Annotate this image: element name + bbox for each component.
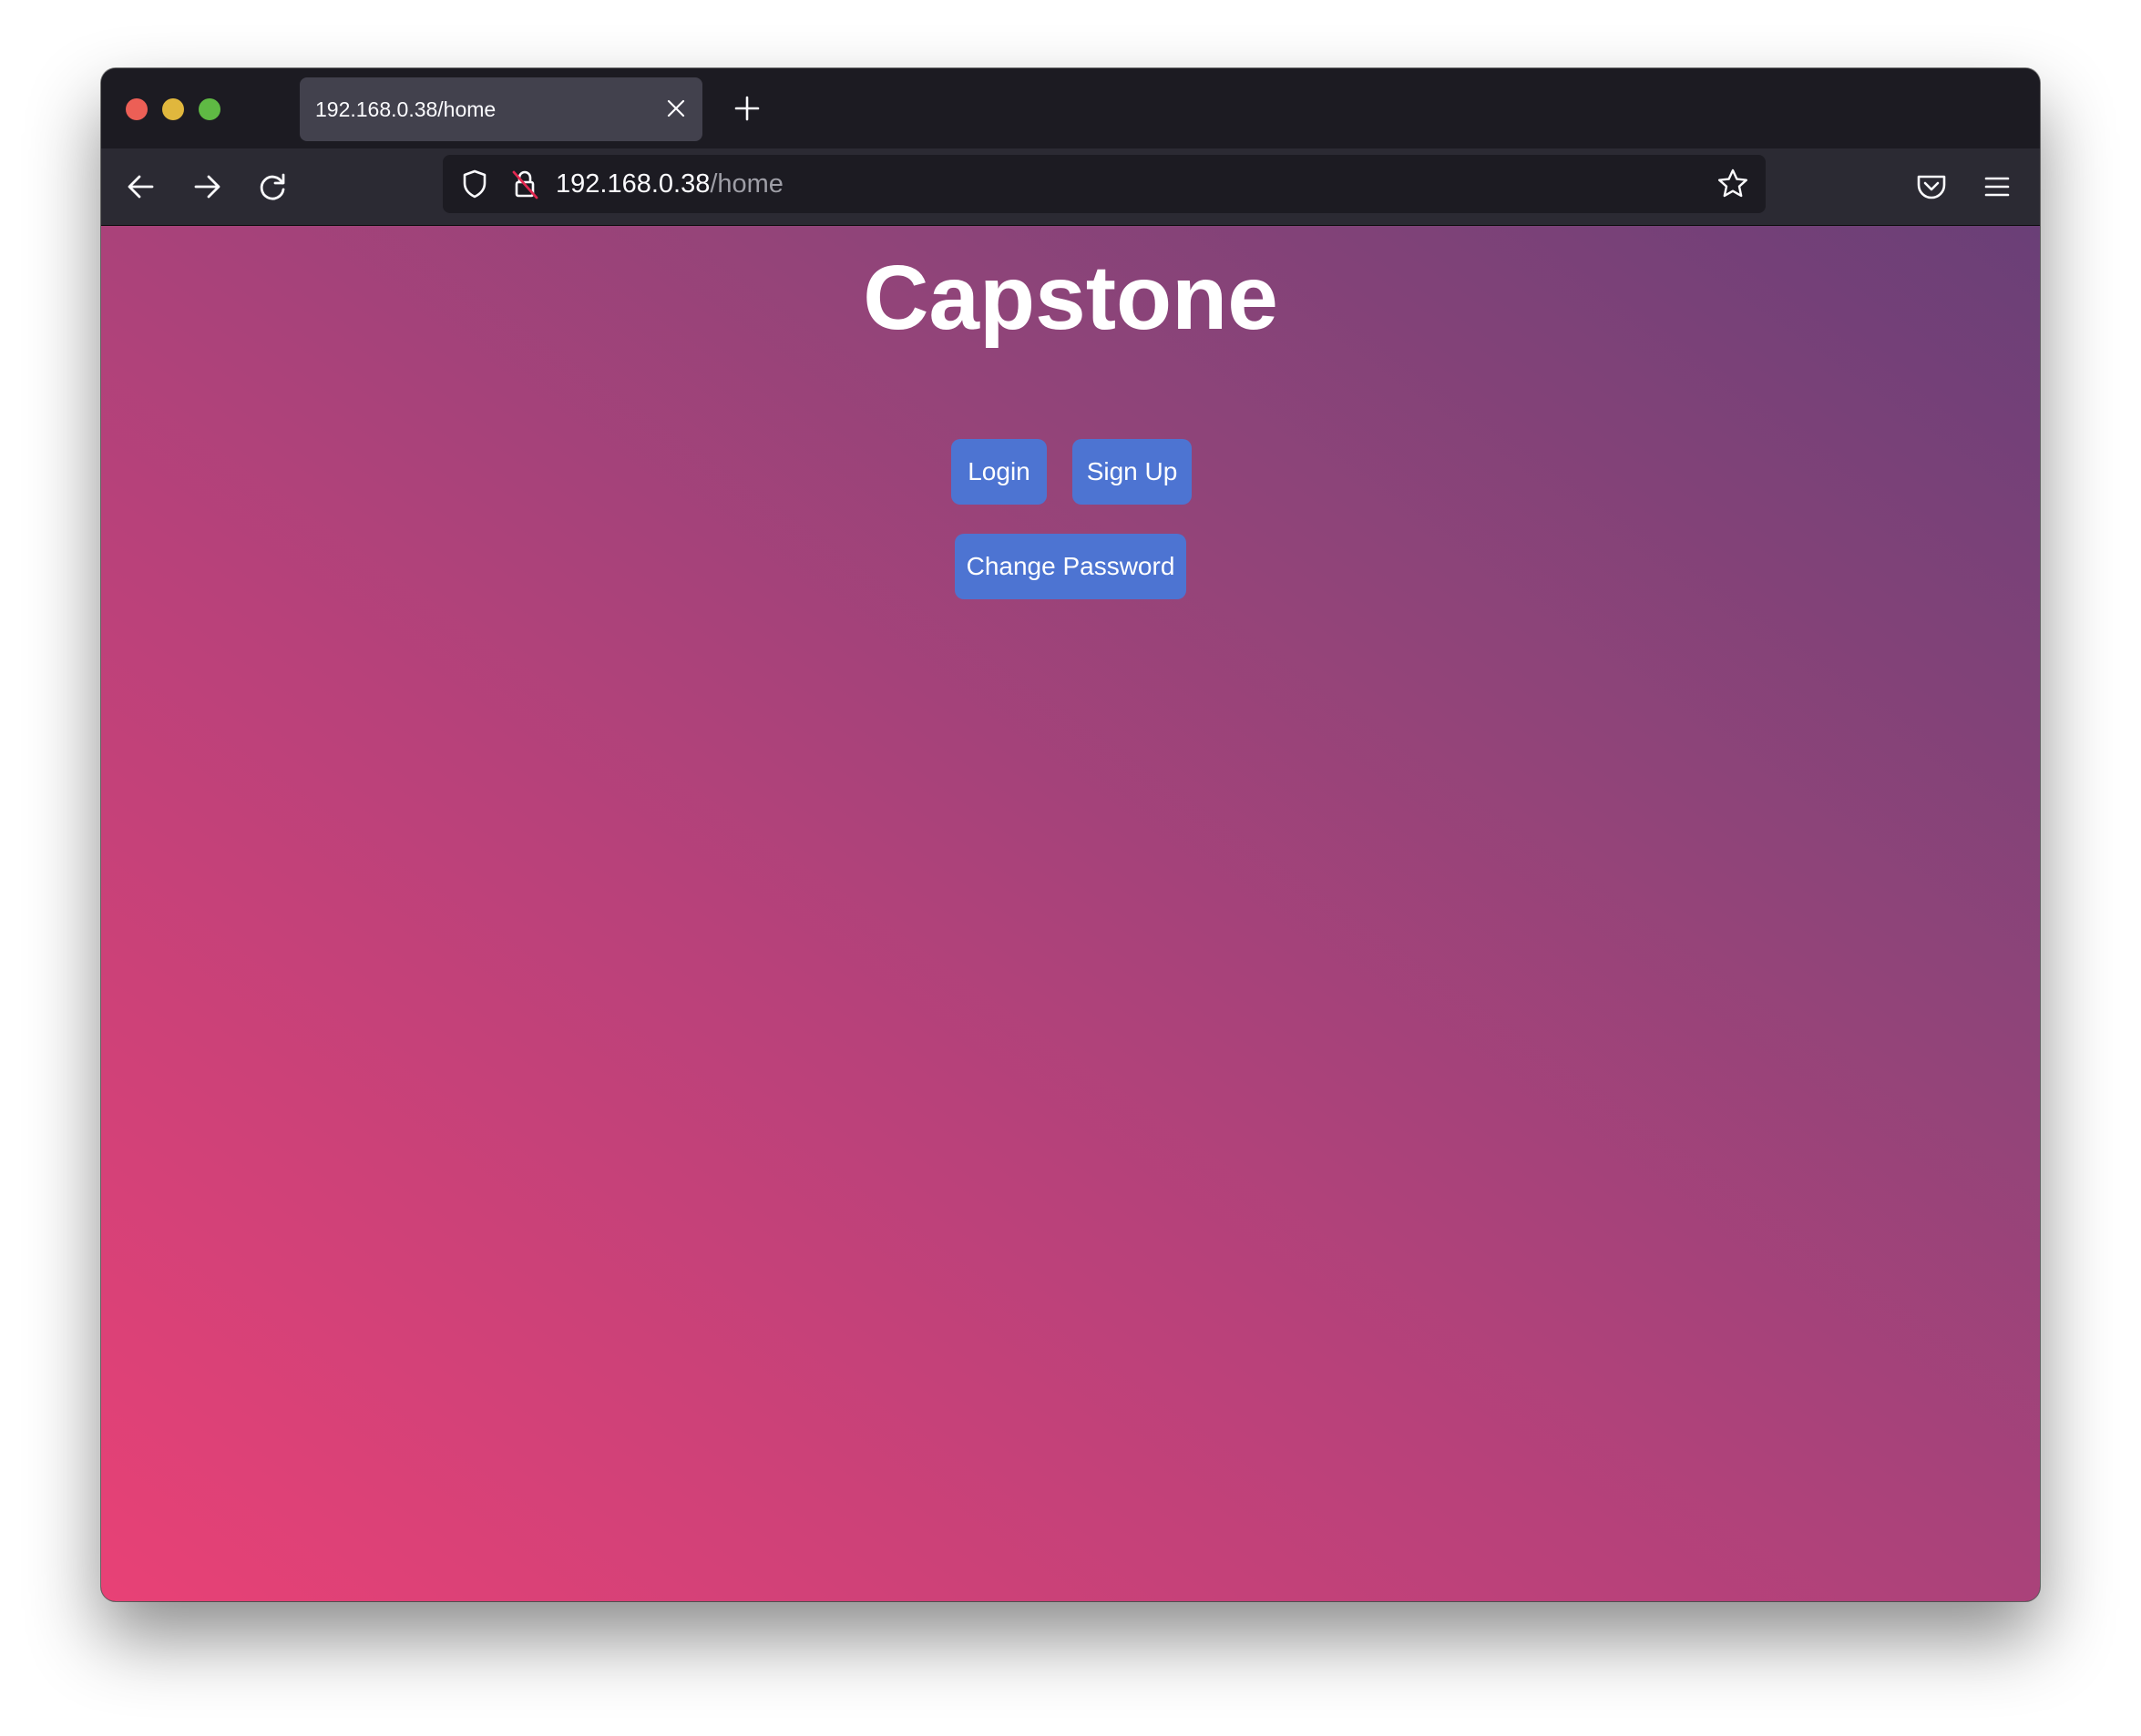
- navigation-toolbar: 192.168.0.38/home: [101, 148, 2040, 226]
- minimize-window-button[interactable]: [162, 98, 184, 120]
- reload-icon[interactable]: [249, 163, 296, 210]
- signup-button[interactable]: Sign Up: [1072, 439, 1192, 505]
- page-content: Capstone Login Sign Up Change Password: [101, 226, 2040, 1601]
- insecure-lock-icon[interactable]: [507, 166, 543, 202]
- pocket-icon[interactable]: [1908, 163, 1955, 210]
- tab-strip: 192.168.0.38/home: [101, 68, 2040, 148]
- shield-icon[interactable]: [456, 166, 493, 202]
- browser-window: 192.168.0.38/home 192.168.0.38/home Caps…: [101, 68, 2040, 1601]
- page-title: Capstone: [863, 247, 1278, 349]
- star-icon[interactable]: [1715, 166, 1751, 202]
- plus-icon[interactable]: [727, 88, 767, 128]
- arrow-left-icon[interactable]: [118, 163, 165, 210]
- url-text[interactable]: 192.168.0.38/home: [556, 155, 784, 213]
- url-host: 192.168.0.38: [556, 169, 711, 199]
- address-bar[interactable]: 192.168.0.38/home: [443, 155, 1766, 213]
- tab-home[interactable]: 192.168.0.38/home: [300, 77, 702, 141]
- zoom-window-button[interactable]: [199, 98, 220, 120]
- arrow-right-icon[interactable]: [183, 163, 230, 210]
- tab-title: 192.168.0.38/home: [315, 97, 497, 121]
- close-window-button[interactable]: [126, 98, 148, 120]
- url-path: /home: [710, 169, 784, 199]
- hamburger-menu-icon[interactable]: [1973, 163, 2021, 210]
- login-button[interactable]: Login: [951, 439, 1047, 505]
- close-icon[interactable]: [666, 98, 686, 118]
- change-password-button[interactable]: Change Password: [955, 534, 1186, 599]
